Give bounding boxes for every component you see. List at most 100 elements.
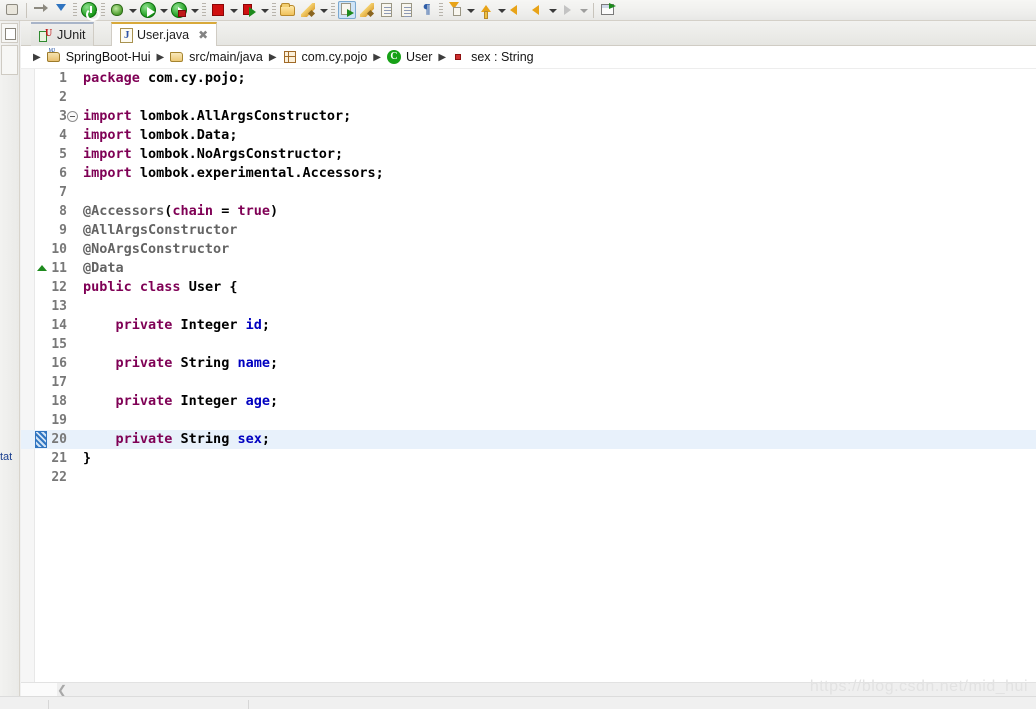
next-edit-location-icon[interactable] (446, 1, 464, 19)
breadcrumb-item-source-folder[interactable]: src/main/java (170, 50, 263, 64)
code-line[interactable]: 10 @NoArgsConstructor (21, 240, 1036, 259)
code-line[interactable]: 4 import lombok.Data; (21, 126, 1036, 145)
scroll-left-icon[interactable]: ❮ (57, 683, 67, 697)
code-line-text: import lombok.AllArgsConstructor; (83, 107, 1036, 126)
code-line[interactable]: 19 (21, 411, 1036, 430)
code-line[interactable]: 1 package com.cy.pojo; (21, 69, 1036, 88)
code-token: lombok.NoArgsConstructor; (131, 146, 344, 162)
new-java-icon[interactable] (299, 1, 317, 19)
code-token: lombok.Data; (131, 127, 238, 143)
show-whitespace-icon[interactable] (398, 1, 416, 19)
code-token: age (245, 393, 270, 409)
breadcrumb-item-package[interactable]: com.cy.pojo (283, 50, 367, 64)
code-token: import (83, 127, 132, 143)
java-project-icon (46, 48, 61, 64)
previous-edit-location-icon[interactable] (477, 1, 495, 19)
code-token: public (83, 279, 132, 295)
code-token: String (172, 431, 238, 447)
debug-dropdown-arrow[interactable] (127, 1, 138, 19)
terminate-dropdown-arrow[interactable] (228, 1, 239, 19)
fold-collapse-icon[interactable] (67, 111, 78, 122)
history-dropdown-arrow[interactable] (547, 1, 558, 19)
pilcrow-icon[interactable]: ¶ (418, 1, 436, 19)
code-line[interactable]: 5 import lombok.NoArgsConstructor; (21, 145, 1036, 164)
breadcrumb-item-project[interactable]: SpringBoot-Hui (46, 48, 150, 64)
tab-user-java[interactable]: User.java ✖ (111, 22, 218, 46)
previous-edit-dropdown-arrow[interactable] (496, 1, 507, 19)
code-line[interactable]: 7 (21, 183, 1036, 202)
code-token: ) (269, 203, 279, 219)
code-line[interactable]: 6 import lombok.experimental.Accessors; (21, 164, 1036, 183)
external-tools-dropdown-arrow[interactable] (259, 1, 270, 19)
step-into-icon[interactable] (52, 1, 70, 19)
debug-icon[interactable] (108, 1, 126, 19)
code-token: ; (261, 317, 270, 333)
open-resource-icon[interactable] (279, 1, 297, 19)
code-line[interactable]: 13 (21, 297, 1036, 316)
class-icon: C (386, 50, 401, 64)
code-line[interactable]: 8 @Accessors(chain = true) (21, 202, 1036, 221)
code-token: true (237, 203, 270, 219)
run-icon[interactable] (139, 1, 157, 19)
left-view-rail: tat (0, 21, 20, 709)
code-line-text: private String sex; (83, 430, 1036, 449)
close-icon[interactable]: ✖ (198, 28, 208, 42)
code-line[interactable]: 17 (21, 373, 1036, 392)
next-annotation-icon[interactable] (378, 1, 396, 19)
new-java-dropdown-arrow[interactable] (318, 1, 329, 19)
run-server-dropdown-arrow[interactable] (189, 1, 200, 19)
code-editor[interactable]: 1 package com.cy.pojo; 2 3 import lombok.All… (21, 69, 1036, 682)
breadcrumb-separator: ▶ (156, 51, 165, 63)
forward-disabled-icon (559, 1, 577, 19)
code-token: = (213, 203, 238, 219)
run-as-server-icon[interactable] (170, 1, 188, 19)
code-line[interactable]: 18 private Integer age; (21, 392, 1036, 411)
fold-expand-icon[interactable] (37, 265, 47, 271)
terminate-all-icon[interactable] (80, 1, 100, 21)
code-line[interactable]: 2 (21, 88, 1036, 107)
code-line[interactable]: 14 private Integer id; (21, 316, 1036, 335)
tab-junit[interactable]: JUnit (31, 22, 95, 46)
code-line[interactable]: 9 @AllArgsConstructor (21, 221, 1036, 240)
line-number: 21 (51, 451, 67, 466)
line-number: 8 (59, 204, 67, 219)
code-line[interactable]: 12 public class User { (21, 278, 1036, 297)
run-dropdown-arrow[interactable] (158, 1, 169, 19)
code-line[interactable]: 21} (21, 449, 1036, 468)
new-window-icon[interactable] (599, 1, 617, 19)
forward-dropdown-arrow[interactable] (578, 1, 589, 19)
code-token: private (115, 355, 173, 371)
breadcrumb-item-field[interactable]: sex : String (452, 50, 534, 64)
code-line[interactable]: 11 @Data (21, 259, 1036, 278)
back-history-icon[interactable] (508, 1, 526, 19)
next-edit-dropdown-arrow[interactable] (465, 1, 476, 19)
toggle-mark-occurrences-icon[interactable] (358, 1, 376, 19)
skip-all-breakpoints-icon[interactable] (3, 1, 21, 19)
line-number: 18 (51, 394, 67, 409)
forward-history-icon[interactable] (528, 1, 546, 19)
code-line[interactable]: 3 import lombok.AllArgsConstructor; (21, 107, 1036, 126)
code-line-text: import lombok.Data; (83, 126, 1036, 145)
code-line-text: package com.cy.pojo; (83, 69, 1036, 88)
code-line[interactable]: 22 (21, 468, 1036, 487)
code-line-text: @Accessors(chain = true) (83, 202, 1036, 221)
left-rail-bottom-label[interactable]: tat (0, 451, 12, 463)
toolbar-grip (331, 2, 335, 18)
rail-tab-package-explorer[interactable] (1, 23, 18, 43)
search-icon[interactable] (338, 1, 356, 19)
code-line[interactable]: 16 private String name; (21, 354, 1036, 373)
editor-horizontal-scrollbar[interactable]: ❮ (21, 682, 1036, 697)
terminate-icon[interactable] (209, 1, 227, 19)
code-token: private (115, 431, 173, 447)
code-text-area[interactable]: 1 package com.cy.pojo; 2 3 import lombok.All… (21, 69, 1036, 682)
code-line[interactable]: 15 (21, 335, 1036, 354)
code-line[interactable]: 20 private String sex; (21, 430, 1036, 449)
tab-user-java-label: User.java (137, 28, 190, 42)
breadcrumb-item-class[interactable]: C User (386, 50, 432, 64)
run-external-tools-icon[interactable] (240, 1, 258, 19)
rail-tab-outline[interactable] (1, 45, 18, 75)
code-token: private (115, 393, 173, 409)
step-over-icon[interactable] (32, 1, 50, 19)
code-token: @NoArgsConstructor (83, 241, 230, 257)
